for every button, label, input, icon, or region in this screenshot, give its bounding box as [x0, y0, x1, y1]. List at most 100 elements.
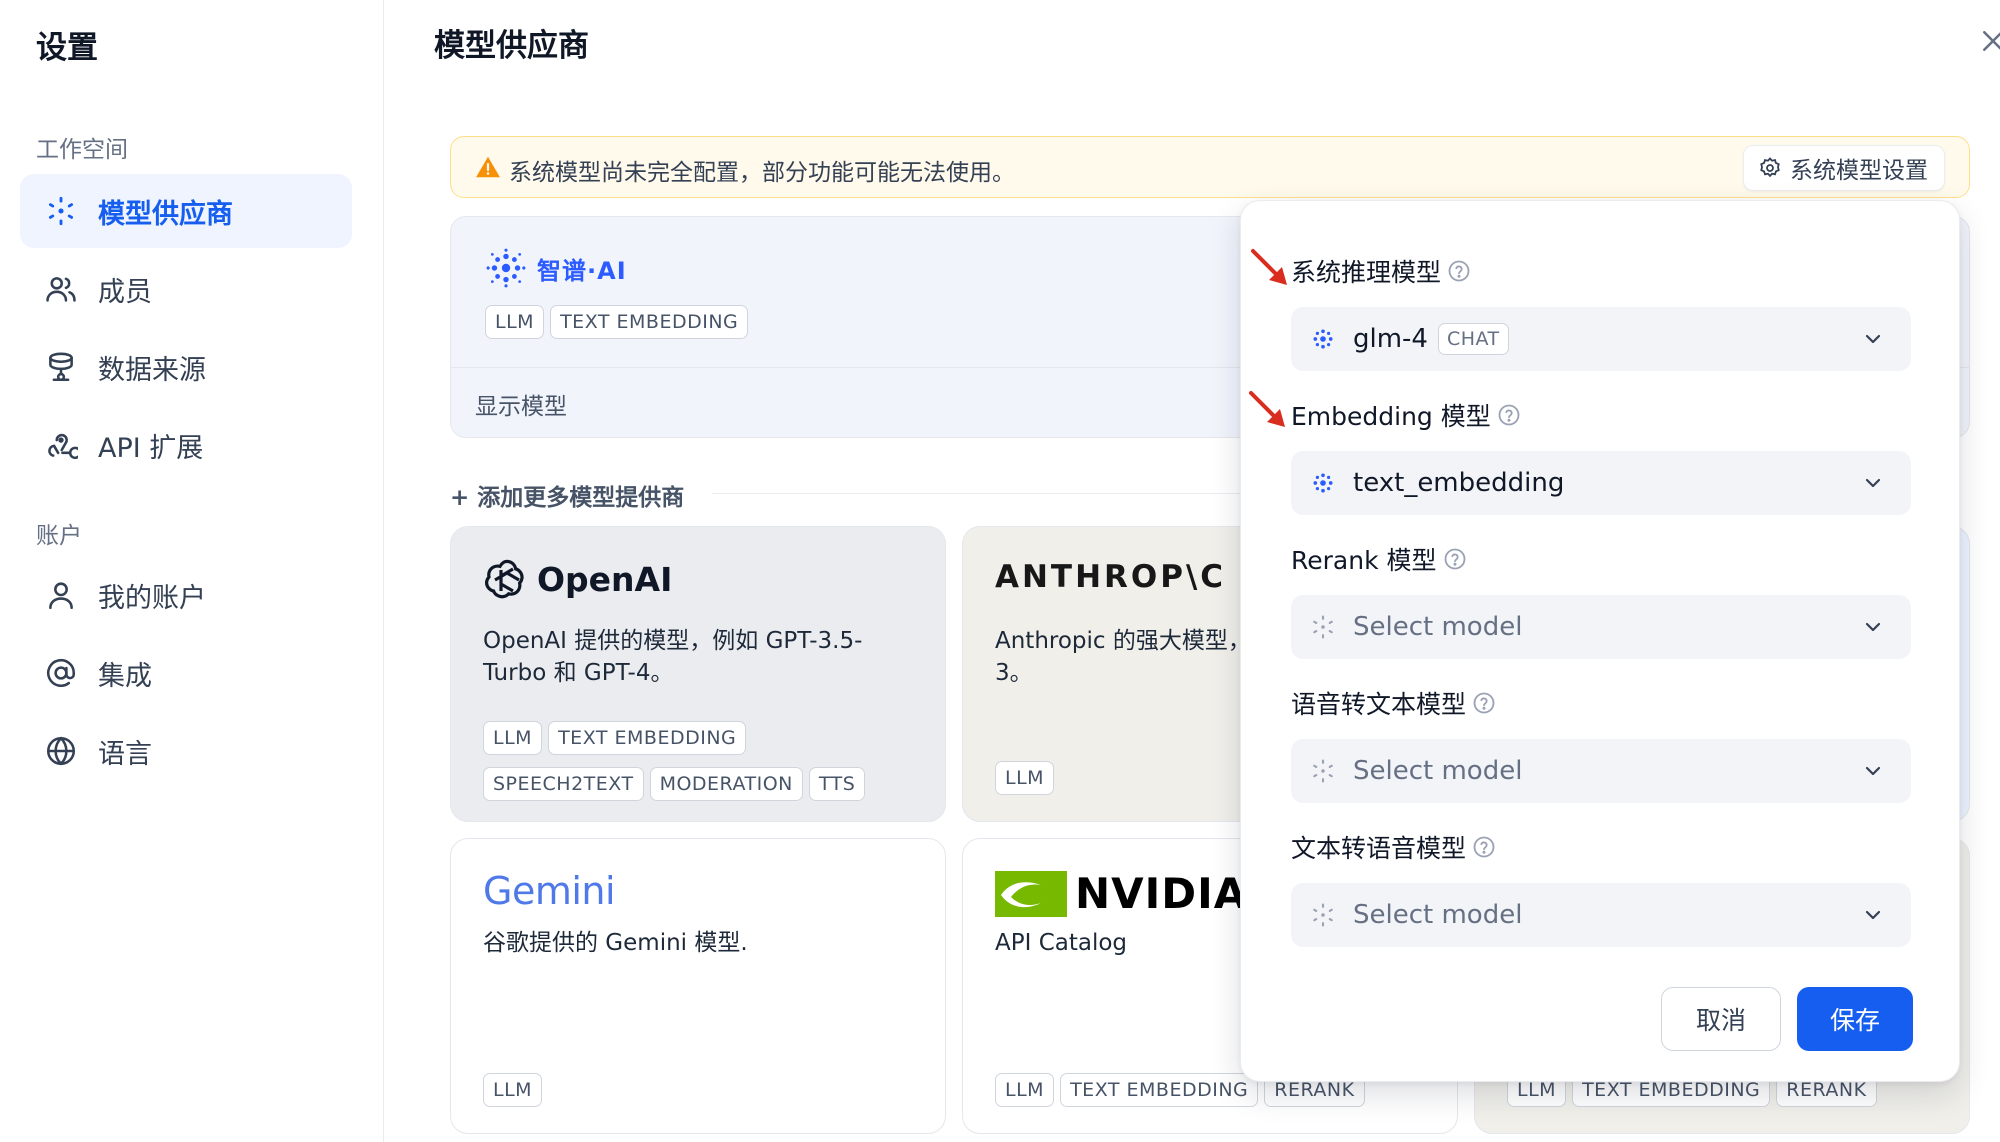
tag: LLM	[995, 1073, 1055, 1107]
red-arrow-annotation	[1249, 391, 1285, 427]
help-icon[interactable]	[1472, 691, 1496, 715]
sidebar-item-api-extension[interactable]: API 扩展	[20, 408, 352, 482]
empty-model-icon	[1313, 759, 1333, 783]
rerank-model-label-text: Rerank 模型	[1291, 546, 1437, 575]
chevron-down-icon	[1865, 622, 1881, 632]
database-icon	[49, 352, 73, 382]
webhook-icon	[48, 433, 78, 460]
cancel-button[interactable]: 取消	[1661, 987, 1781, 1051]
sidebar-item-label: 语言	[98, 738, 152, 770]
chevron-down-icon	[1865, 478, 1881, 488]
embedding-model-value: text_embedding	[1353, 468, 1565, 498]
at-sign-icon	[46, 658, 76, 687]
stt-model-placeholder: Select model	[1353, 756, 1523, 786]
empty-model-icon	[1313, 903, 1333, 927]
gemini-tags: LLM	[483, 1073, 923, 1107]
empty-model-icon	[1313, 615, 1333, 639]
tts-model-select[interactable]: Select model	[1291, 883, 1911, 947]
tag: TTS	[808, 767, 866, 801]
warning-icon	[476, 156, 500, 178]
page-title: 模型供应商	[434, 28, 589, 64]
system-model-warning: 系统模型尚未完全配置，部分功能可能无法使用。 系统模型设置	[450, 136, 1970, 198]
sidebar-item-members[interactable]: 成员	[20, 252, 352, 326]
help-icon[interactable]	[1447, 259, 1471, 283]
chevron-down-icon	[1865, 910, 1881, 920]
tag: SPEECH2TEXT	[483, 767, 644, 801]
zhipu-logo: 智谱·AI	[485, 247, 627, 289]
reasoning-model-select[interactable]: glm-4 CHAT	[1291, 307, 1911, 371]
nvidia-name: NVIDIA	[1075, 869, 1248, 918]
help-icon[interactable]	[1472, 835, 1496, 859]
gear-icon	[1760, 157, 1780, 178]
group-account: 账户	[36, 523, 82, 549]
users-icon	[46, 277, 76, 302]
sidebar-item-my-account[interactable]: 我的账户	[20, 558, 352, 632]
embedding-model-select[interactable]: text_embedding	[1291, 451, 1911, 515]
user-icon	[49, 582, 73, 610]
reasoning-model-label-text: 系统推理模型	[1291, 258, 1442, 287]
tag: LLM	[995, 761, 1055, 795]
tag: LLM	[485, 305, 545, 339]
zhipu-tags: LLM TEXT EMBEDDING	[485, 305, 754, 339]
openai-name: OpenAI	[537, 559, 673, 599]
anthropic-logo: ANTHROP\C	[995, 559, 1227, 595]
zhipu-name: 智谱·AI	[537, 256, 627, 285]
sidebar-item-integrations[interactable]: 集成	[20, 636, 352, 710]
help-icon[interactable]	[1443, 547, 1467, 571]
sidebar-item-label: 成员	[98, 276, 152, 308]
tts-model-label-text: 文本转语音模型	[1291, 834, 1467, 863]
system-model-popover: 系统推理模型 glm-4 CHAT Embedding 模型 text_embe…	[1240, 200, 1960, 1082]
sidebar-item-label: 集成	[98, 660, 152, 692]
rerank-model-placeholder: Select model	[1353, 612, 1523, 642]
provider-card-openai[interactable]: OpenAI OpenAI 提供的模型，例如 GPT-3.5-Turbo 和 G…	[450, 526, 946, 822]
gemini-description: 谷歌提供的 Gemini 模型.	[483, 930, 748, 956]
openai-description: OpenAI 提供的模型，例如 GPT-3.5-Turbo 和 GPT-4。	[483, 628, 863, 686]
rerank-model-label: Rerank 模型	[1291, 541, 1467, 577]
tag: TEXT EMBEDDING	[550, 305, 749, 339]
sidebar-title: 设置	[36, 30, 98, 66]
reasoning-model-label: 系统推理模型	[1291, 253, 1471, 289]
tag: LLM	[483, 721, 543, 755]
zhipu-model-icon	[1313, 473, 1333, 493]
sidebar-item-label: 我的账户	[98, 582, 206, 614]
chevron-down-icon	[1865, 766, 1881, 776]
embedding-model-label-text: Embedding 模型	[1291, 402, 1491, 431]
system-model-settings-button[interactable]: 系统模型设置	[1743, 145, 1945, 191]
sidebar: 设置 工作空间 模型供应商 成员 数据来源 API 扩展 账户 我的账户 集成 …	[0, 0, 384, 1142]
provider-card-gemini[interactable]: Gemini 谷歌提供的 Gemini 模型. LLM	[450, 838, 946, 1134]
divider	[712, 493, 1242, 494]
system-model-settings-label: 系统模型设置	[1790, 158, 1928, 184]
nvidia-logo: NVIDIA	[995, 869, 1247, 918]
tag: LLM	[483, 1073, 543, 1107]
reasoning-model-value: glm-4	[1353, 324, 1428, 354]
cube-icon	[48, 196, 74, 226]
sidebar-item-providers[interactable]: 模型供应商	[20, 174, 352, 248]
close-icon[interactable]	[1978, 26, 2000, 56]
tag: TEXT EMBEDDING	[548, 721, 747, 755]
zhipu-logo-icon	[486, 248, 526, 288]
tag: TEXT EMBEDDING	[1060, 1073, 1259, 1107]
tts-model-placeholder: Select model	[1353, 900, 1523, 930]
rerank-model-select[interactable]: Select model	[1291, 595, 1911, 659]
group-workspace: 工作空间	[36, 137, 128, 163]
gemini-logo: Gemini	[483, 869, 616, 913]
stt-model-label: 语音转文本模型	[1291, 685, 1496, 721]
stt-model-label-text: 语音转文本模型	[1291, 690, 1467, 719]
chevron-down-icon	[1865, 334, 1881, 344]
openai-tags: LLM TEXT EMBEDDING SPEECH2TEXT MODERATIO…	[483, 721, 923, 801]
sidebar-item-label: 模型供应商	[98, 198, 233, 230]
tts-model-label: 文本转语音模型	[1291, 829, 1496, 865]
model-type-chip: CHAT	[1437, 323, 1509, 355]
help-icon[interactable]	[1497, 403, 1521, 427]
sidebar-item-datasource[interactable]: 数据来源	[20, 330, 352, 404]
stt-model-select[interactable]: Select model	[1291, 739, 1911, 803]
sidebar-item-language[interactable]: 语言	[20, 714, 352, 788]
sidebar-item-label: API 扩展	[98, 432, 204, 464]
save-button[interactable]: 保存	[1797, 987, 1913, 1051]
nvidia-eye-icon	[995, 870, 1067, 917]
settings-window: 设置 工作空间 模型供应商 成员 数据来源 API 扩展 账户 我的账户 集成 …	[0, 0, 2000, 1142]
warning-text: 系统模型尚未完全配置，部分功能可能无法使用。	[509, 160, 1015, 186]
red-arrow-annotation	[1251, 249, 1287, 285]
openai-logo: OpenAI	[483, 555, 672, 603]
add-more-providers-label: + 添加更多模型提供商	[450, 485, 685, 511]
